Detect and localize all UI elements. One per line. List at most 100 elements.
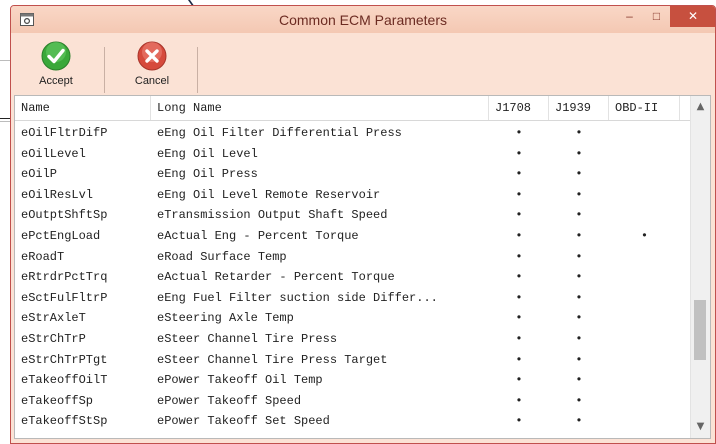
table-row[interactable]: eStrChTrP eSteer Channel Tire Press • • <box>15 329 692 350</box>
table-header: Name Long Name J1708 J1939 OBD-II <box>15 96 692 121</box>
close-button[interactable]: ✕ <box>670 6 715 27</box>
table-row[interactable]: ePctEngLoad eActual Eng - Percent Torque •… <box>15 226 692 247</box>
cell-j1708: • <box>515 187 523 202</box>
table-row[interactable]: eStrAxleT eSteering Axle Temp • • <box>15 308 692 329</box>
table-row[interactable]: eOilP eEng Oil Press • • <box>15 164 692 185</box>
background-panel-edge <box>0 60 10 122</box>
toolbar-separator <box>197 47 198 93</box>
table-row[interactable]: eTakeoffStSp ePower Takeoff Set Speed • • <box>15 411 692 432</box>
cell-long-name: eEng Oil Filter Differential Press <box>157 126 402 140</box>
cell-j1939: • <box>575 249 583 264</box>
cell-long-name: eSteer Channel Tire Press <box>157 331 338 346</box>
cell-j1708: • <box>515 331 523 346</box>
cell-j1939: • <box>575 270 583 285</box>
cell-long-name: eActual Eng - Percent Torque <box>157 228 359 243</box>
cell-j1939: • <box>575 290 583 305</box>
cell-obd-ii <box>609 411 680 432</box>
cell-j1939: • <box>575 352 583 367</box>
cell-j1939: • <box>575 311 583 326</box>
cell-long-name: ePower Takeoff Oil Temp <box>157 373 323 388</box>
table-row[interactable]: eStrChTrPTgt eSteer Channel Tire Press Ta… <box>15 350 692 371</box>
cell-long-name: eEng Oil Level <box>157 146 258 161</box>
cell-obd-ii <box>609 144 680 165</box>
cell-j1939: • <box>575 146 583 161</box>
window-title: Common ECM Parameters <box>278 12 448 28</box>
table-row[interactable]: eTakeoffSp ePower Takeoff Speed • • <box>15 391 692 412</box>
cell-obd-ii <box>609 185 680 206</box>
column-header-j1939[interactable]: J1939 <box>549 96 609 120</box>
cell-j1939: • <box>575 228 583 243</box>
table-row[interactable]: eOilLevel eEng Oil Level • • <box>15 144 692 165</box>
minimize-button[interactable]: – <box>616 6 643 27</box>
chevron-down-icon[interactable]: ▼ <box>691 418 710 436</box>
cell-name: eTakeoffStSp <box>21 414 108 429</box>
cell-j1708: • <box>515 290 523 305</box>
cell-j1939: • <box>575 414 583 429</box>
cell-obd-ii <box>609 329 680 350</box>
table-row[interactable]: eSctFulFltrP eEng Fuel Filter suction sid… <box>15 288 692 309</box>
cell-long-name: eActual Retarder - Percent Torque <box>157 270 395 285</box>
cell-j1708: • <box>515 126 523 140</box>
cell-j1939: • <box>575 393 583 408</box>
column-header-j1708[interactable]: J1708 <box>489 96 549 120</box>
cell-long-name: ePower Takeoff Speed <box>157 393 302 408</box>
cell-long-name: ePower Takeoff Set Speed <box>157 414 330 429</box>
table-row[interactable]: eOutptShftSp eTransmission Output Shaft S… <box>15 205 692 226</box>
cell-name: eOilP <box>21 167 58 182</box>
column-header-name[interactable]: Name <box>15 96 151 120</box>
cell-long-name: eRoad Surface Temp <box>157 249 287 264</box>
cell-j1708: • <box>515 373 523 388</box>
cell-name: eStrChTrP <box>21 331 86 346</box>
cell-long-name: eEng Oil Level Remote Reservoir <box>157 187 381 202</box>
cell-j1708: • <box>515 167 523 182</box>
cell-name: eTakeoffSp <box>21 393 94 408</box>
chevron-up-icon[interactable]: ▲ <box>691 98 710 116</box>
cell-j1939: • <box>575 167 583 182</box>
parameters-table[interactable]: Name Long Name J1708 J1939 OBD-II eOilFl… <box>14 95 711 439</box>
ecm-parameters-dialog: Common ECM Parameters – □ ✕ Accept Cance… <box>10 5 716 444</box>
column-header-long-name[interactable]: Long Name <box>151 96 489 120</box>
accept-button[interactable]: Accept <box>19 41 93 95</box>
cell-j1708: • <box>515 208 523 223</box>
toolbar-separator <box>104 47 105 93</box>
cell-name: eSctFulFltrP <box>21 290 108 305</box>
cell-j1939: • <box>575 208 583 223</box>
accept-label: Accept <box>39 75 73 87</box>
scrollbar-thumb[interactable] <box>694 300 706 360</box>
title-bar[interactable]: Common ECM Parameters – □ ✕ <box>11 6 715 33</box>
table-row[interactable]: eOilResLvl eEng Oil Level Remote Reservoi… <box>15 185 692 206</box>
cell-j1708: • <box>515 228 523 243</box>
cell-obd-ii <box>609 350 680 371</box>
cell-j1708: • <box>515 311 523 326</box>
cell-name: ePctEngLoad <box>21 228 101 243</box>
cell-j1939: • <box>575 126 583 140</box>
cell-obd-ii <box>609 164 680 185</box>
table-row[interactable]: eRtrdrPctTrq eActual Retarder - Percent T… <box>15 267 692 288</box>
table-row[interactable]: eRoadT eRoad Surface Temp • • <box>15 247 692 268</box>
cell-obd-ii <box>609 205 680 226</box>
cell-name: eRtrdrPctTrq <box>21 270 108 285</box>
cell-j1708: • <box>515 414 523 429</box>
cell-obd-ii <box>609 247 680 268</box>
cell-j1708: • <box>515 393 523 408</box>
cell-long-name: eEng Fuel Filter suction side Differ... <box>157 290 438 305</box>
cell-obd-ii <box>609 267 680 288</box>
vertical-scrollbar[interactable]: ▲ ▼ <box>690 96 710 438</box>
cell-long-name: eSteer Channel Tire Press Target <box>157 352 388 367</box>
cell-obd-ii <box>609 288 680 309</box>
cell-obd-ii: • <box>640 228 649 243</box>
maximize-button[interactable]: □ <box>643 6 670 27</box>
cell-name: eStrChTrPTgt <box>21 352 108 367</box>
cancel-button[interactable]: Cancel <box>115 41 189 95</box>
table-row[interactable]: eOilFltrDifP eEng Oil Filter Differential… <box>15 123 692 144</box>
table-row[interactable]: eTakeoffOilT ePower Takeoff Oil Temp • • <box>15 370 692 391</box>
cell-long-name: eEng Oil Press <box>157 167 258 182</box>
cell-name: eOilLevel <box>21 146 86 161</box>
cell-j1939: • <box>575 373 583 388</box>
green-checkmark-icon <box>41 41 71 71</box>
cell-name: eOilFltrDifP <box>21 126 108 140</box>
column-header-obd-ii[interactable]: OBD-II <box>609 96 680 120</box>
cell-obd-ii <box>609 123 680 144</box>
table-body: eOilFltrDifP eEng Oil Filter Differential… <box>15 123 692 432</box>
cell-j1708: • <box>515 352 523 367</box>
